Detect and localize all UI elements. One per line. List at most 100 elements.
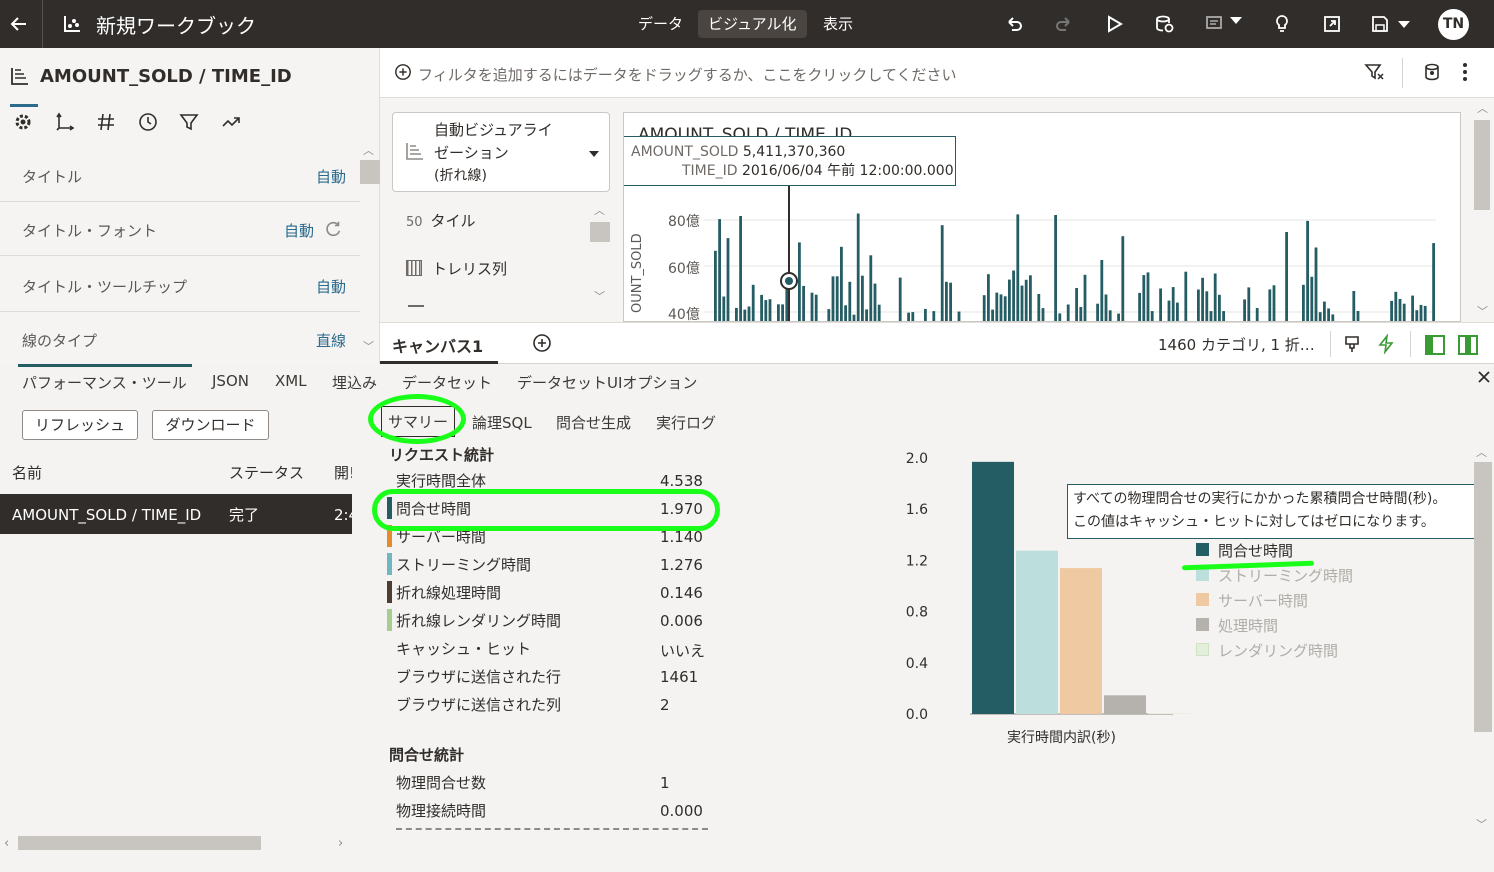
chart-bar[interactable]	[1419, 304, 1423, 322]
chart-bar[interactable]	[1255, 308, 1259, 322]
chart-bar[interactable]	[945, 281, 948, 322]
prop-row-title-font[interactable]: タイトル・フォント 自動	[0, 202, 360, 256]
subtab-summary[interactable]: サマリー	[381, 406, 456, 437]
horizontal-scrollbar-thumb[interactable]	[18, 836, 261, 850]
scroll-right-icon[interactable]: ›	[338, 836, 343, 851]
chart-bar[interactable]	[1075, 288, 1078, 322]
clock-icon[interactable]	[138, 112, 164, 138]
chart-bar[interactable]	[1016, 214, 1020, 322]
chart-bar[interactable]	[1205, 291, 1209, 322]
chart-bar[interactable]	[957, 311, 961, 323]
scrollbar-thumb[interactable]	[360, 160, 380, 184]
chart-bar[interactable]	[1012, 270, 1015, 323]
redo-icon[interactable]	[1050, 10, 1078, 38]
chart-bar[interactable]	[1390, 300, 1393, 322]
chart-bar[interactable]	[999, 294, 1003, 322]
scroll-down-icon[interactable]: ﹀	[594, 288, 605, 304]
subtab-execution-log[interactable]: 実行ログ	[656, 412, 716, 433]
chart-bar[interactable]	[932, 311, 936, 322]
chart-bar[interactable]	[1302, 284, 1305, 322]
scrollbar-thumb[interactable]	[1474, 462, 1492, 732]
chart-bar[interactable]	[831, 276, 835, 322]
chart-bar[interactable]	[1331, 314, 1335, 322]
add-filter-icon[interactable]	[394, 63, 412, 81]
chart-bar[interactable]	[898, 277, 902, 322]
chart-bar[interactable]	[865, 309, 868, 322]
chart-bar[interactable]	[991, 309, 994, 322]
lightbulb-icon[interactable]	[1268, 10, 1296, 38]
chart-bar[interactable]	[1310, 276, 1314, 322]
tab-embed[interactable]: 埋込み	[332, 372, 377, 393]
chart-bar[interactable]	[856, 213, 860, 323]
prop-row-line-type[interactable]: 線のタイプ 直線	[0, 312, 360, 366]
column-header-name[interactable]: 名前	[12, 462, 42, 483]
bar-1[interactable]	[1016, 550, 1058, 714]
chart-bar[interactable]	[1318, 312, 1322, 322]
chart-bar[interactable]	[1171, 287, 1175, 322]
chart-bar[interactable]	[1024, 279, 1028, 322]
chart-bar[interactable]	[844, 305, 847, 322]
prop-value[interactable]: 直線	[316, 330, 346, 351]
chart-bar[interactable]	[1146, 272, 1150, 322]
chart-bar[interactable]	[1268, 289, 1272, 322]
column-header-start[interactable]: 開!	[334, 462, 352, 483]
chart-bar[interactable]	[814, 294, 818, 322]
tab-canvas1[interactable]: キャンバス1	[392, 333, 483, 357]
chart-bar[interactable]	[802, 285, 805, 322]
chart-bar[interactable]	[1167, 300, 1171, 322]
chart-bar[interactable]	[764, 300, 768, 322]
chart-bar[interactable]	[911, 312, 915, 322]
chart-bar[interactable]	[995, 292, 999, 322]
save-chevron-icon[interactable]	[1398, 21, 1410, 28]
subtab-query-generation[interactable]: 問合せ生成	[556, 412, 631, 433]
chart-bar[interactable]	[873, 283, 877, 322]
chart-bar[interactable]	[827, 309, 831, 322]
add-canvas-icon[interactable]	[532, 333, 552, 353]
chart-bar[interactable]	[1020, 285, 1024, 322]
bar-0[interactable]	[972, 461, 1014, 714]
scroll-up-icon[interactable]: ︿	[594, 202, 605, 218]
chart-bar[interactable]	[739, 216, 742, 322]
chart-bar[interactable]	[768, 299, 772, 322]
clear-filter-icon[interactable]	[1364, 62, 1384, 82]
chart-bar[interactable]	[1108, 310, 1112, 322]
prop-value[interactable]: 自動	[316, 166, 346, 187]
back-arrow-icon[interactable]	[5, 10, 33, 38]
tab-data[interactable]: データ	[628, 10, 693, 38]
number-format-icon[interactable]	[96, 112, 122, 138]
viz-type-selector[interactable]: 自動ビジュアライ ゼーション (折れ線)	[392, 112, 610, 192]
chart-bar[interactable]	[1243, 299, 1246, 322]
data-settings-icon[interactable]	[1422, 62, 1442, 82]
chart-bar[interactable]	[1054, 215, 1057, 322]
scroll-down-icon[interactable]: ﹀	[1477, 303, 1488, 319]
scroll-up-icon[interactable]: ︿	[1477, 100, 1488, 116]
chart-bar[interactable]	[1104, 294, 1108, 323]
chart-bar[interactable]	[1201, 277, 1204, 322]
chart-bar[interactable]	[735, 307, 738, 322]
scroll-down-icon[interactable]: ﹀	[363, 338, 374, 354]
chart-bar[interactable]	[949, 282, 952, 322]
chart-bar[interactable]	[722, 296, 726, 323]
export-icon[interactable]	[1318, 10, 1346, 38]
general-settings-icon[interactable]	[13, 112, 39, 138]
chart-bar[interactable]	[1003, 296, 1007, 322]
panel-bottom-icon[interactable]	[1458, 335, 1478, 355]
prop-row-title-tooltip[interactable]: タイトル・ツールチップ 自動	[0, 258, 360, 312]
download-button[interactable]: ダウンロード	[152, 410, 269, 440]
bar-2[interactable]	[1060, 568, 1102, 714]
chevron-down-icon[interactable]	[1230, 17, 1242, 24]
chart-bar[interactable]	[810, 292, 814, 322]
chart-bar[interactable]	[1008, 279, 1011, 322]
chart-bar[interactable]	[1150, 311, 1154, 322]
tab-present[interactable]: 表示	[813, 10, 863, 38]
chart-bar[interactable]	[1184, 271, 1188, 322]
chart-bar[interactable]	[1218, 294, 1221, 322]
scrollbar-thumb[interactable]	[1474, 120, 1490, 210]
chart-bar[interactable]	[1415, 310, 1419, 322]
chart-bar[interactable]	[1079, 307, 1083, 322]
chart-bar[interactable]	[1272, 285, 1276, 322]
chart-bar[interactable]	[1327, 308, 1330, 323]
chart-bar[interactable]	[718, 219, 721, 322]
panel-left-icon[interactable]	[1425, 335, 1445, 355]
chart-bar[interactable]	[1323, 301, 1326, 322]
